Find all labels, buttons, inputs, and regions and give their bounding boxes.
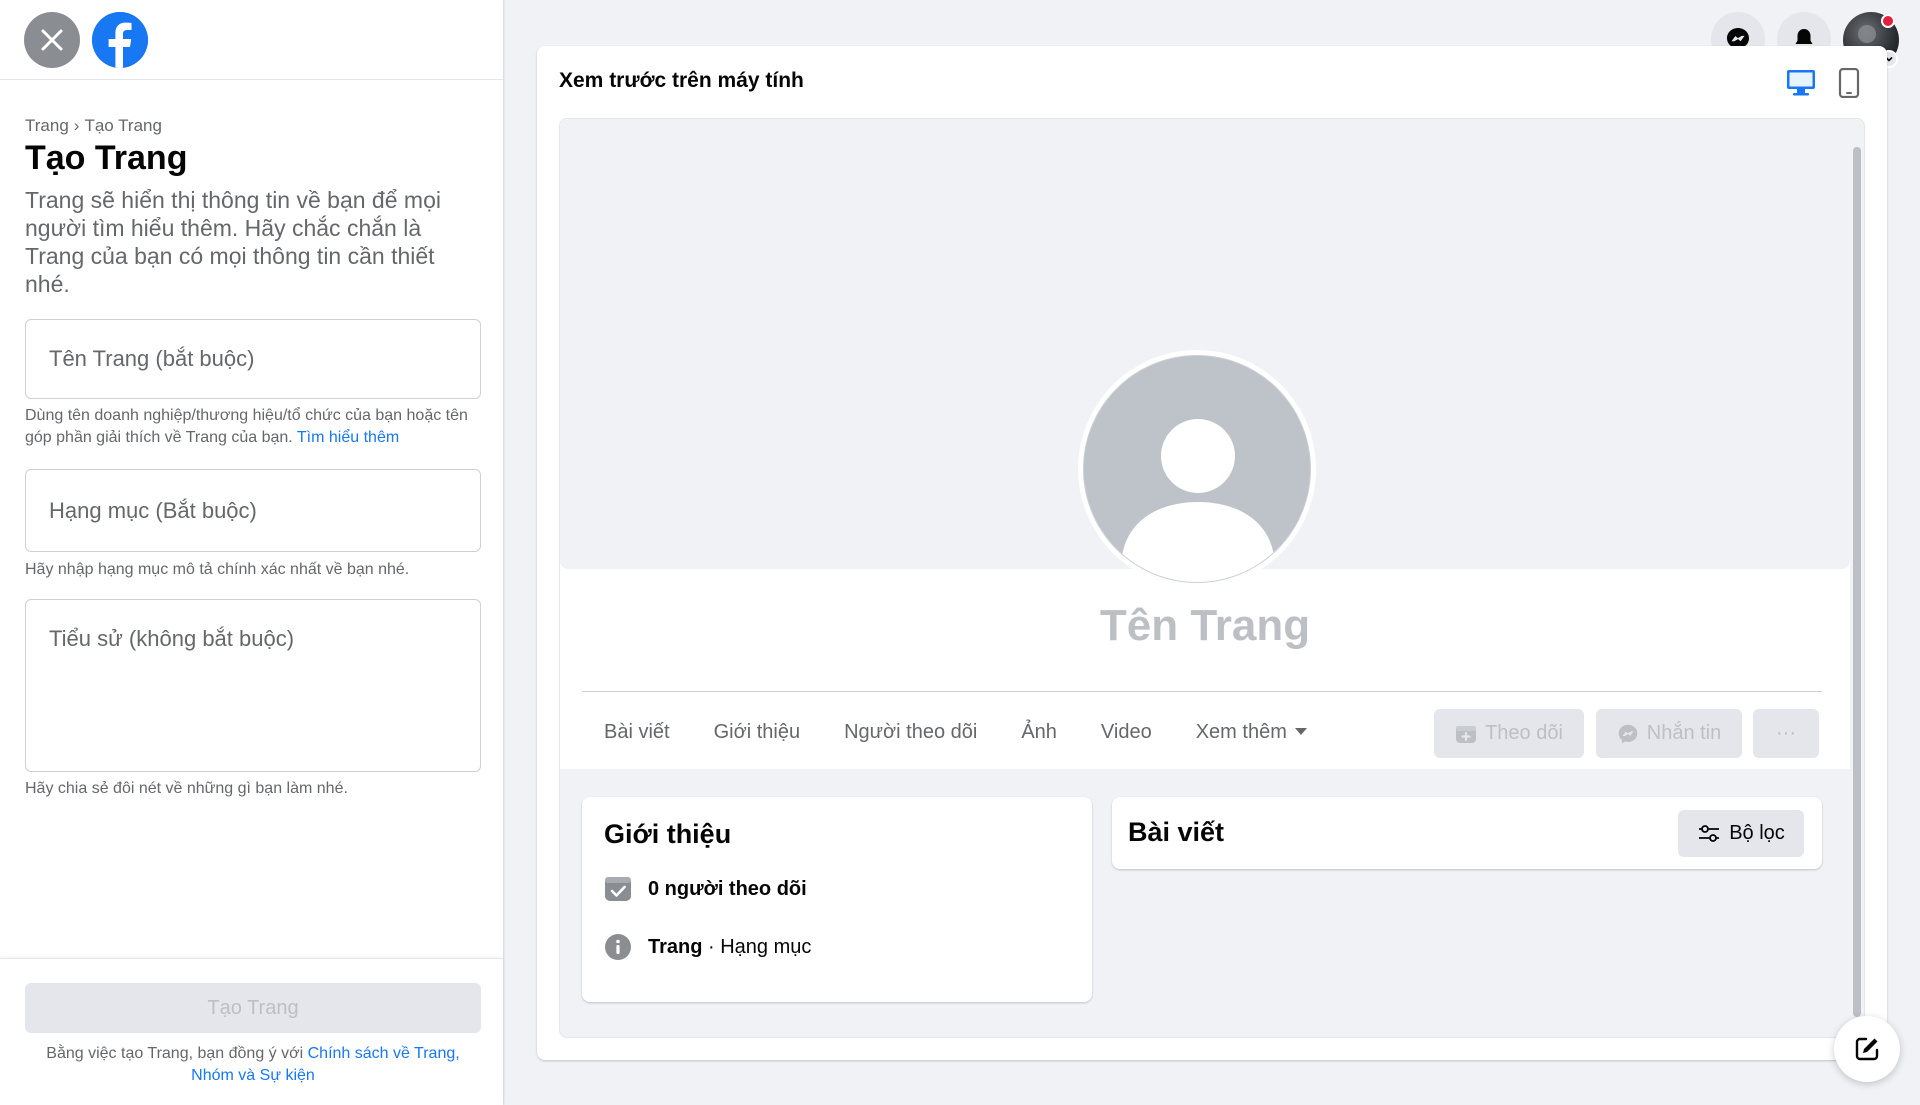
page-preview: Tên Trang Bài viết Giới thiệu Người theo… — [559, 118, 1865, 1038]
close-button[interactable] — [24, 12, 80, 68]
tab-posts[interactable]: Bài viết — [582, 707, 692, 757]
create-page-button[interactable]: Tạo Trang — [25, 983, 481, 1033]
followers-row: 0 người theo dõi — [604, 875, 807, 903]
intro-card: Giới thiệu 0 người theo dõi Trang · Hạng… — [582, 797, 1092, 1002]
tab-followers[interactable]: Người theo dõi — [822, 707, 999, 757]
follow-button[interactable]: Theo dõi — [1434, 709, 1584, 758]
page-title: Tạo Trang — [25, 139, 188, 177]
tab-photos[interactable]: Ảnh — [999, 707, 1079, 757]
page-name-help: Dùng tên doanh nghiệp/thương hiệu/tổ chứ… — [25, 407, 468, 446]
follow-icon — [1456, 725, 1477, 743]
tab-video[interactable]: Video — [1079, 707, 1174, 757]
desktop-preview-toggle[interactable] — [1785, 68, 1817, 103]
mobile-preview-toggle[interactable] — [1838, 67, 1860, 103]
preview-card: Xem trước trên máy tính Tên Trang Bài vi… — [537, 46, 1887, 1060]
posts-card: Bài viết Bộ lọc — [1112, 797, 1822, 869]
profile-picture — [1078, 350, 1316, 588]
breadcrumb-current: Tạo Trang — [84, 116, 162, 135]
messenger-small-icon — [1618, 724, 1638, 743]
default-avatar-icon — [1122, 419, 1274, 582]
panel-footer: Tạo Trang Bằng việc tạo Trang, bạn đồng … — [0, 958, 503, 1105]
more-options-button[interactable]: ··· — [1753, 709, 1819, 758]
intro-text: Trang sẽ hiển thị thông tin về bạn để mọ… — [25, 187, 441, 297]
preview-title: Xem trước trên máy tính — [559, 69, 804, 92]
message-button[interactable]: Nhắn tin — [1596, 709, 1742, 758]
preview-page-name: Tên Trang — [1099, 601, 1311, 650]
mobile-icon — [1838, 67, 1860, 99]
breadcrumb-root[interactable]: Trang — [25, 116, 69, 135]
caret-down-icon — [1294, 728, 1307, 735]
preview-scrollbar[interactable] — [1853, 147, 1861, 1017]
tab-more[interactable]: Xem thêm — [1174, 707, 1329, 757]
breadcrumb: Trang › Tạo Trang — [25, 116, 162, 135]
notification-dot — [1881, 14, 1895, 28]
edit-icon — [1855, 1037, 1879, 1061]
terms-text: Bằng việc tạo Trang, bạn đồng ý với Chín… — [46, 1045, 460, 1084]
facebook-logo-icon[interactable] — [92, 12, 148, 68]
page-name-input[interactable]: Tên Trang (bắt buộc) — [25, 319, 481, 399]
desktop-icon — [1787, 70, 1815, 96]
filter-icon — [1699, 824, 1720, 842]
close-icon — [41, 29, 63, 51]
category-help: Hãy nhập hạng mục mô tả chính xác nhất v… — [25, 561, 410, 578]
bio-help: Hãy chia sẻ đôi nét về những gì bạn làm … — [25, 780, 348, 797]
category-row: Trang · Hạng mục — [604, 933, 811, 961]
create-page-panel: Trang › Tạo Trang Tạo Trang Trang sẽ hiển … — [0, 0, 503, 1105]
followers-check-icon — [605, 877, 631, 901]
filter-button[interactable]: Bộ lọc — [1678, 810, 1804, 857]
intro-heading: Giới thiệu — [604, 819, 732, 849]
profile-header: Tên Trang Bài viết Giới thiệu Người theo… — [560, 119, 1850, 769]
info-icon — [605, 934, 631, 960]
panel-header — [0, 0, 503, 80]
new-message-button[interactable] — [1834, 1016, 1900, 1082]
divider — [582, 691, 1822, 692]
learn-more-link[interactable]: Tìm hiểu thêm — [297, 429, 399, 446]
category-input[interactable]: Hạng mục (Bắt buộc) — [25, 469, 481, 552]
posts-heading: Bài viết — [1128, 817, 1225, 847]
page-tabs: Bài viết Giới thiệu Người theo dõi Ảnh V… — [582, 707, 1329, 757]
bio-textarea[interactable]: Tiểu sử (không bắt buộc) — [25, 599, 481, 772]
tab-about[interactable]: Giới thiệu — [692, 707, 822, 757]
